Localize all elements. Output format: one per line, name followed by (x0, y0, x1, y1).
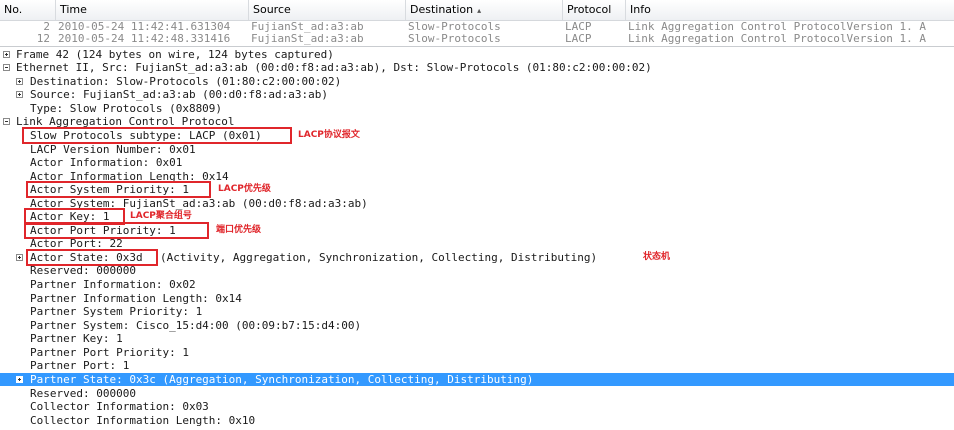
column-header-source[interactable]: Source (249, 0, 406, 20)
column-header-time[interactable]: Time (56, 0, 249, 20)
collapse-icon[interactable] (3, 64, 10, 71)
tree-item-collector-info[interactable]: Collector Information: 0x03 (0, 400, 954, 413)
column-header-no[interactable]: No. (0, 0, 56, 20)
tree-item-partner-port-priority[interactable]: Partner Port Priority: 1 (0, 346, 954, 359)
annotation-port-priority: 端口优先级 (216, 225, 262, 235)
tree-item-version[interactable]: LACP Version Number: 0x01 (0, 143, 954, 156)
expand-icon[interactable] (16, 254, 23, 261)
tree-item-eth-destination[interactable]: Destination: Slow-Protocols (01:80:c2:00… (0, 75, 954, 88)
annotation-system-priority: LACP优先级 (218, 184, 271, 194)
tree-item-actor-port-priority[interactable]: Actor Port Priority: 1 (0, 224, 954, 237)
tree-item-ethernet[interactable]: Ethernet II, Src: FujianSt_ad:a3:ab (00:… (0, 61, 954, 74)
expand-icon[interactable] (3, 51, 10, 58)
tree-item-actor-system[interactable]: Actor System: FujianSt_ad:a3:ab (00:d0:f… (0, 197, 954, 210)
tree-item-actor-state[interactable]: Actor State: 0x3d (Activity, Aggregation… (0, 251, 954, 264)
sort-ascending-icon: ▴ (477, 6, 482, 15)
annotation-subtype: LACP协议报文 (298, 130, 360, 140)
tree-item-collector-info-length[interactable]: Collector Information Length: 0x10 (0, 414, 954, 427)
annotation-actor-state: 状态机 (643, 252, 671, 262)
tree-item-partner-info[interactable]: Partner Information: 0x02 (0, 278, 954, 291)
tree-item-partner-state[interactable]: Partner State: 0x3c (Aggregation, Synchr… (0, 373, 954, 386)
tree-item-subtype[interactable]: Slow Protocols subtype: LACP (0x01) (0, 129, 954, 142)
tree-item-frame[interactable]: Frame 42 (124 bytes on wire, 124 bytes c… (0, 48, 954, 61)
tree-item-reserved[interactable]: Reserved: 000000 (0, 387, 954, 400)
tree-item-partner-info-length[interactable]: Partner Information Length: 0x14 (0, 292, 954, 305)
packet-row[interactable]: 12 2010-05-24 11:42:48.331416 FujianSt_a… (0, 33, 954, 45)
expand-icon[interactable] (16, 78, 23, 85)
column-header-info[interactable]: Info (626, 0, 954, 20)
annotation-actor-key: LACP聚合组号 (130, 211, 192, 221)
expand-icon[interactable] (16, 91, 23, 98)
tree-item-eth-source[interactable]: Source: FujianSt_ad:a3:ab (00:d0:f8:ad:a… (0, 88, 954, 101)
column-header-destination[interactable]: Destination ▴ (406, 0, 563, 20)
tree-item-actor-port[interactable]: Actor Port: 22 (0, 237, 954, 250)
tree-item-reserved[interactable]: Reserved: 000000 (0, 264, 954, 277)
tree-item-partner-key[interactable]: Partner Key: 1 (0, 332, 954, 345)
collapse-icon[interactable] (3, 118, 10, 125)
packet-details-tree: Frame 42 (124 bytes on wire, 124 bytes c… (0, 47, 954, 430)
expand-icon[interactable] (16, 376, 23, 383)
tree-item-actor-info-length[interactable]: Actor Information Length: 0x14 (0, 170, 954, 183)
tree-item-partner-system[interactable]: Partner System: Cisco_15:d4:00 (00:09:b7… (0, 319, 954, 332)
packet-list: No. Time Source Destination ▴ Protocol In… (0, 0, 954, 46)
column-header-protocol[interactable]: Protocol (563, 0, 626, 20)
tree-item-eth-type[interactable]: Type: Slow Protocols (0x8809) (0, 102, 954, 115)
tree-item-partner-port[interactable]: Partner Port: 1 (0, 359, 954, 372)
tree-item-lacp[interactable]: Link Aggregation Control Protocol (0, 115, 954, 128)
tree-item-actor-system-priority[interactable]: Actor System Priority: 1 (0, 183, 954, 196)
packet-list-header: No. Time Source Destination ▴ Protocol In… (0, 0, 954, 21)
tree-item-partner-system-priority[interactable]: Partner System Priority: 1 (0, 305, 954, 318)
tree-item-actor-info[interactable]: Actor Information: 0x01 (0, 156, 954, 169)
